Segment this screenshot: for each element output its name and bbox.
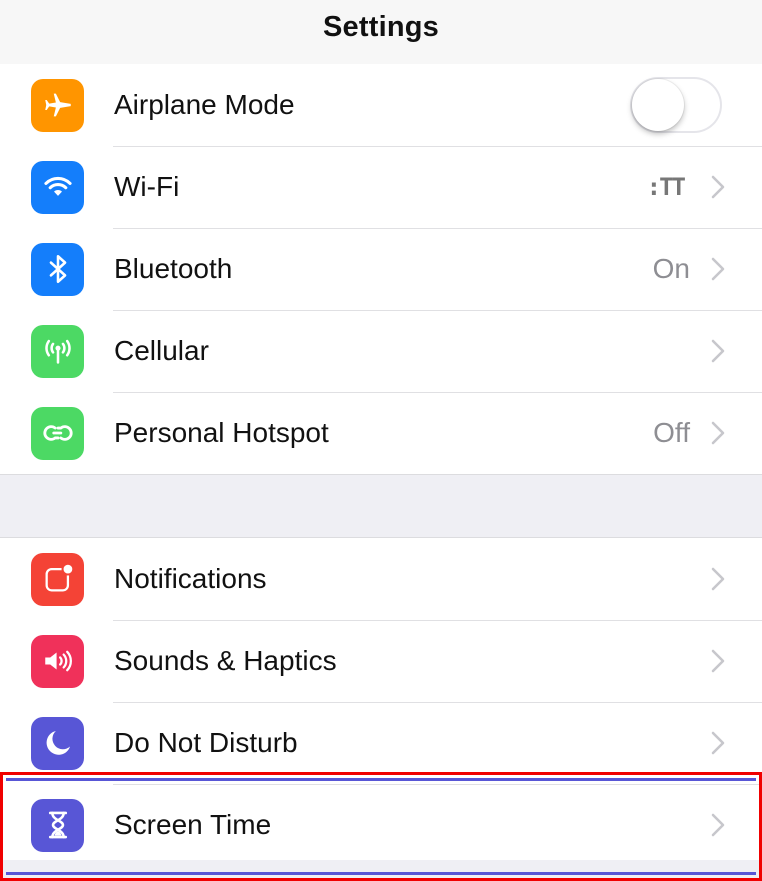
hotspot-status: Off	[653, 417, 690, 448]
chevron-right-icon	[710, 420, 726, 446]
chevron-right-icon	[710, 730, 726, 756]
settings-row-cellular[interactable]: Cellular	[0, 310, 762, 392]
settings-row-bluetooth[interactable]: Bluetooth On	[0, 228, 762, 310]
settings-row-notifications[interactable]: Notifications	[0, 538, 762, 620]
antenna-icon	[31, 324, 84, 378]
row-label: Bluetooth	[114, 253, 233, 284]
settings-row-do-not-disturb[interactable]: Do Not Disturb	[0, 702, 762, 784]
chevron-right-icon	[710, 256, 726, 282]
row-label: Notifications	[114, 563, 267, 594]
row-label: Airplane Mode	[114, 89, 295, 120]
settings-row-personal-hotspot[interactable]: Personal Hotspot Off	[0, 392, 762, 474]
notifications-icon	[31, 552, 84, 606]
airplane-mode-toggle[interactable]	[630, 77, 722, 133]
settings-row-screen-time[interactable]: Screen Time	[0, 784, 762, 866]
chevron-right-icon	[710, 648, 726, 674]
row-label: Cellular	[114, 335, 209, 366]
bottom-background	[0, 860, 762, 879]
row-label: Sounds & Haptics	[114, 645, 337, 676]
bluetooth-status: On	[652, 253, 690, 284]
chevron-right-icon	[710, 566, 726, 592]
speaker-icon	[31, 634, 84, 688]
hourglass-icon	[31, 798, 84, 852]
row-label: Do Not Disturb	[114, 727, 298, 758]
row-label: Personal Hotspot	[114, 417, 329, 448]
chevron-right-icon	[710, 174, 726, 200]
settings-row-airplane-mode[interactable]: Airplane Mode	[0, 64, 762, 146]
toggle-knob	[632, 79, 684, 131]
wifi-network-name: :TT	[646, 173, 686, 201]
chevron-right-icon	[710, 812, 726, 838]
moon-icon	[31, 716, 84, 770]
row-label: Wi-Fi	[114, 171, 180, 202]
page-title: Settings	[323, 10, 439, 43]
airplane-icon	[31, 78, 84, 132]
settings-row-sounds-haptics[interactable]: Sounds & Haptics	[0, 620, 762, 702]
chevron-right-icon	[710, 338, 726, 364]
row-label: Screen Time	[114, 809, 272, 840]
wifi-icon	[31, 160, 84, 214]
settings-row-wifi[interactable]: Wi-Fi :TT	[0, 146, 762, 228]
notifications-group: Notifications Sounds & Haptics Do Not Di…	[0, 537, 762, 866]
connectivity-group: Airplane Mode Wi-Fi :TT Bluetooth On Cel…	[0, 64, 762, 475]
hotspot-link-icon	[31, 406, 84, 460]
bluetooth-icon	[31, 242, 84, 296]
navigation-bar: Settings	[0, 0, 762, 64]
